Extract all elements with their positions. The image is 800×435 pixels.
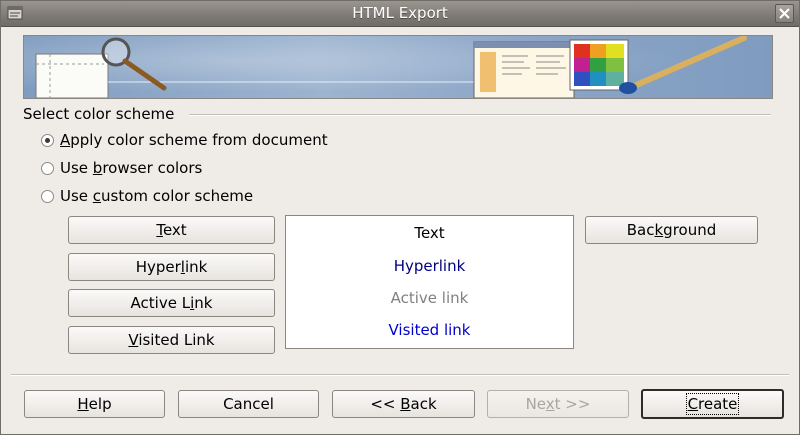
active-link-color-button[interactable]: Active Link bbox=[68, 289, 275, 317]
preview-hyperlink: Hyperlink bbox=[393, 257, 466, 275]
preview-active-link: Active link bbox=[390, 289, 469, 307]
create-button[interactable]: Create bbox=[641, 389, 784, 419]
color-preview-panel: Text Hyperlink Active link Visited link bbox=[285, 215, 574, 349]
button-label: Cancel bbox=[223, 395, 274, 413]
button-label: Create bbox=[685, 393, 740, 415]
paintbrush-icon bbox=[619, 36, 747, 94]
radio-indicator[interactable] bbox=[41, 161, 54, 175]
button-label: Hyperlink bbox=[135, 258, 208, 276]
radio-label: Use custom color scheme bbox=[60, 187, 254, 205]
color-palette-icon bbox=[569, 39, 629, 91]
button-label: Help bbox=[77, 395, 112, 413]
magnifier-icon bbox=[101, 37, 167, 91]
radio-label: Apply color scheme from document bbox=[60, 131, 328, 149]
group-divider bbox=[189, 114, 771, 116]
banner-illustration bbox=[35, 36, 747, 98]
preview-text: Text bbox=[414, 224, 445, 242]
window-title: HTML Export bbox=[352, 4, 448, 22]
background-color-button[interactable]: Background bbox=[585, 216, 758, 244]
button-label: Visited Link bbox=[128, 331, 215, 349]
help-button[interactable]: Help bbox=[24, 390, 165, 418]
group-label: Select color scheme bbox=[23, 105, 175, 123]
title-bar[interactable]: HTML Export bbox=[1, 1, 799, 27]
text-color-button[interactable]: Text bbox=[68, 216, 275, 244]
button-label: << Back bbox=[370, 395, 437, 413]
close-button[interactable] bbox=[775, 4, 794, 23]
webpage-icon bbox=[473, 41, 575, 98]
next-button[interactable]: Next >> bbox=[487, 390, 629, 418]
button-label: Text bbox=[156, 221, 187, 239]
cancel-button[interactable]: Cancel bbox=[178, 390, 319, 418]
page-icon bbox=[35, 53, 109, 98]
radio-indicator[interactable] bbox=[41, 189, 54, 203]
radio-document-colors[interactable]: Apply color scheme from document bbox=[41, 130, 328, 150]
radio-custom-colors[interactable]: Use custom color scheme bbox=[41, 186, 253, 206]
hyperlink-color-button[interactable]: Hyperlink bbox=[68, 253, 275, 281]
radio-browser-colors[interactable]: Use browser colors bbox=[41, 158, 202, 178]
radio-label: Use browser colors bbox=[60, 159, 203, 177]
close-icon bbox=[779, 8, 790, 19]
footer-separator bbox=[11, 374, 789, 376]
button-label: Next >> bbox=[525, 395, 591, 413]
button-label: Active Link bbox=[130, 294, 213, 312]
wizard-banner bbox=[23, 35, 773, 99]
html-export-dialog: HTML Export Select color scheme Apply co… bbox=[0, 0, 800, 435]
back-button[interactable]: << Back bbox=[332, 390, 475, 418]
visited-link-color-button[interactable]: Visited Link bbox=[68, 326, 275, 354]
preview-visited-link: Visited link bbox=[388, 321, 471, 339]
button-label: Background bbox=[626, 221, 717, 239]
radio-indicator[interactable] bbox=[41, 133, 54, 147]
